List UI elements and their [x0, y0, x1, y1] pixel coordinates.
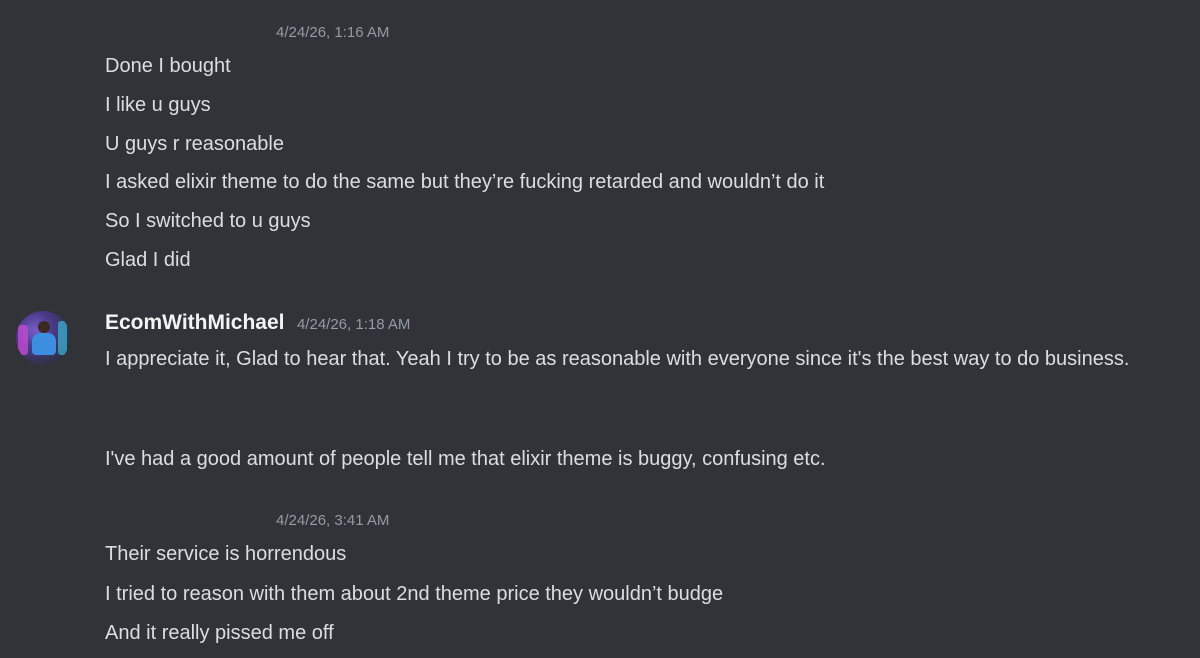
avatar-figure [38, 321, 50, 333]
message-line[interactable]: I like u guys [105, 92, 211, 118]
avatar-figure [32, 333, 56, 355]
message-group: EcomWithMichael 4/24/26, 1:18 AM I appre… [0, 311, 1200, 511]
message-line[interactable]: Their service is horrendous [105, 541, 346, 567]
message-header: EcomWithMichael 4/24/26, 1:18 AM [105, 311, 410, 335]
message-line[interactable]: And it really pissed me off [105, 620, 334, 646]
message-text[interactable]: I appreciate it, Glad to hear that. Yeah… [105, 343, 1195, 375]
avatar-glow [18, 325, 28, 355]
avatar-glow [58, 321, 67, 355]
message-line[interactable]: Glad I did [105, 247, 191, 273]
message-line[interactable]: I asked elixir theme to do the same but … [105, 169, 824, 195]
message-group-continued: 4/24/26, 3:41 AM Their service is horren… [0, 512, 1200, 658]
chat-message-list: 4/24/26, 1:16 AM Done I bought I like u … [0, 0, 1200, 658]
message-timestamp[interactable]: 4/24/26, 1:16 AM [276, 24, 389, 41]
message-timestamp[interactable]: 4/24/26, 1:18 AM [297, 316, 410, 333]
user-avatar[interactable] [16, 311, 70, 365]
message-timestamp[interactable]: 4/24/26, 3:41 AM [276, 512, 389, 529]
message-line[interactable]: So I switched to u guys [105, 208, 311, 234]
message-line[interactable]: U guys r reasonable [105, 131, 284, 157]
message-line[interactable]: Done I bought [105, 53, 231, 79]
message-text[interactable]: I've had a good amount of people tell me… [105, 443, 1195, 475]
message-group-continued: 4/24/26, 1:16 AM Done I bought I like u … [0, 24, 1200, 284]
message-line[interactable]: I tried to reason with them about 2nd th… [105, 581, 723, 607]
username[interactable]: EcomWithMichael [105, 311, 285, 334]
